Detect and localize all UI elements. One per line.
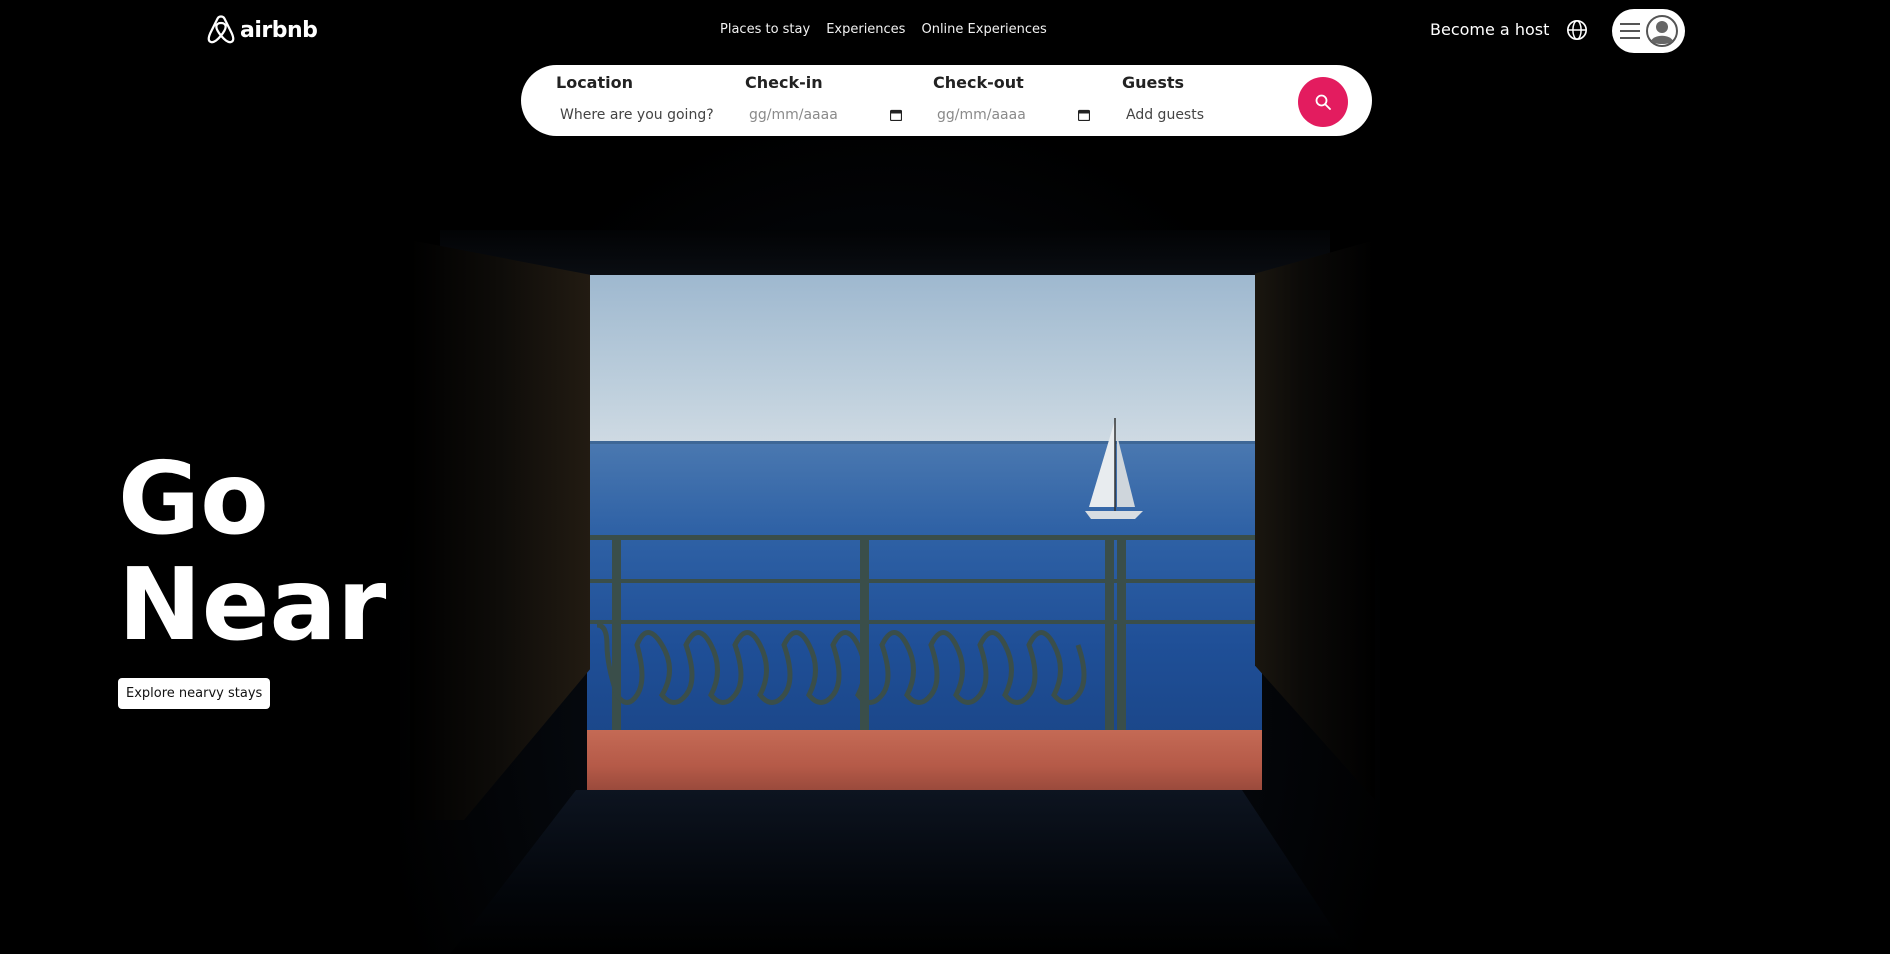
checkout-label: Check-out bbox=[933, 73, 1024, 92]
calendar-icon[interactable] bbox=[1078, 109, 1090, 121]
hero-headline: Go Near bbox=[118, 446, 386, 658]
sea-view bbox=[587, 275, 1262, 790]
search-bar: Location Where are you going? Check-in g… bbox=[521, 65, 1372, 136]
user-menu-button[interactable] bbox=[1612, 9, 1685, 53]
become-host-link[interactable]: Become a host bbox=[1430, 20, 1549, 39]
location-label: Location bbox=[556, 73, 633, 92]
nav-online-experiences[interactable]: Online Experiences bbox=[921, 22, 1046, 37]
hamburger-icon bbox=[1619, 23, 1640, 39]
checkin-label: Check-in bbox=[745, 73, 823, 92]
checkout-field[interactable]: Check-out gg/mm/aaaa bbox=[933, 65, 1093, 136]
railing-mid-bar bbox=[587, 579, 1262, 583]
tunnel-ceiling bbox=[440, 230, 1330, 276]
guests-label: Guests bbox=[1122, 73, 1185, 92]
promenade bbox=[587, 730, 1262, 790]
airbnb-logo-icon bbox=[207, 15, 235, 44]
checkin-field[interactable]: Check-in gg/mm/aaaa bbox=[745, 65, 905, 136]
sailboat bbox=[1085, 418, 1143, 519]
headline-line-1: Go bbox=[118, 440, 269, 557]
airbnb-logo[interactable]: airbnb bbox=[206, 14, 318, 46]
top-bar: airbnb Places to stay Experiences Online… bbox=[0, 0, 1890, 60]
search-button[interactable] bbox=[1298, 77, 1348, 127]
location-input[interactable]: Where are you going? bbox=[560, 107, 714, 123]
calendar-icon[interactable] bbox=[890, 109, 902, 121]
search-icon bbox=[1315, 94, 1331, 110]
location-field[interactable]: Location Where are you going? bbox=[556, 65, 736, 136]
nav-experiences[interactable]: Experiences bbox=[826, 22, 905, 37]
horizon-line bbox=[587, 441, 1262, 444]
explore-nearby-button[interactable]: Explore nearvy stays bbox=[118, 678, 271, 709]
railing-top-bar bbox=[587, 535, 1262, 540]
checkin-input[interactable]: gg/mm/aaaa bbox=[749, 107, 838, 123]
guests-field[interactable]: Guests Add guests bbox=[1122, 65, 1272, 136]
globe-icon[interactable] bbox=[1566, 19, 1588, 41]
railing-loops bbox=[596, 622, 1087, 705]
sky bbox=[587, 275, 1262, 443]
headline-line-2: Near bbox=[118, 546, 387, 663]
brand-name: airbnb bbox=[240, 17, 318, 43]
main-nav: Places to stay Experiences Online Experi… bbox=[720, 22, 1047, 37]
guests-input[interactable]: Add guests bbox=[1126, 107, 1204, 123]
checkout-input[interactable]: gg/mm/aaaa bbox=[937, 107, 1026, 123]
tunnel-floor bbox=[450, 790, 1350, 954]
nav-places-to-stay[interactable]: Places to stay bbox=[720, 22, 810, 37]
user-avatar-icon bbox=[1645, 15, 1678, 47]
